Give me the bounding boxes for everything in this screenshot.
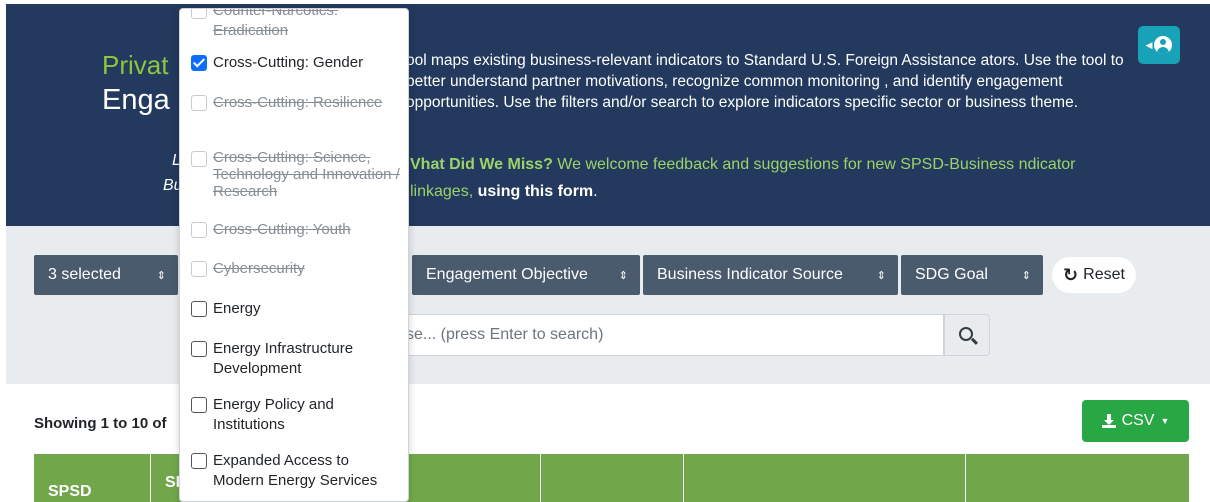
option-label: Energy Policy and Institutions xyxy=(213,396,334,433)
caret-left-icon: ◀ xyxy=(1145,39,1153,50)
sort-arrow-icon: ⇕ xyxy=(876,269,886,282)
sort-arrow-icon: ⇕ xyxy=(618,269,628,282)
option-label: Counter-Narcotics: Eradication xyxy=(213,8,339,39)
checkbox[interactable] xyxy=(191,222,207,238)
csv-download-button[interactable]: CSV ▼ xyxy=(1082,400,1189,442)
dropdown-option[interactable]: Cybersecurity xyxy=(191,259,401,279)
dropdown-option[interactable]: Expanded Access to Modern Energy Service… xyxy=(191,451,401,491)
user-circle-icon xyxy=(1154,36,1173,54)
search-icon xyxy=(958,326,973,341)
reset-label: Reset xyxy=(1083,266,1125,283)
checkbox[interactable] xyxy=(191,397,207,413)
dropdown-option[interactable]: Cross-Cutting: Youth xyxy=(191,220,401,240)
dropdown-option[interactable]: Cross-Cutting: Resilience xyxy=(191,93,401,113)
download-icon xyxy=(1101,414,1116,428)
column-header-2[interactable]: SI xyxy=(165,474,180,492)
sort-arrow-icon: ⇕ xyxy=(156,269,166,282)
engagement-objective-filter[interactable]: Engagement Objective ⇕ xyxy=(412,255,640,295)
sort-arrow-icon: ⇕ xyxy=(1021,269,1031,282)
business-indicator-source-filter[interactable]: Business Indicator Source ⇕ xyxy=(643,255,898,295)
checkbox[interactable] xyxy=(191,261,207,277)
business-indicator-source-label: Business Indicator Source xyxy=(657,266,843,283)
hero-description: ool maps existing business-relevant indi… xyxy=(406,52,1124,111)
csv-label: CSV xyxy=(1121,412,1155,429)
search-input[interactable]: se... (press Enter to search) xyxy=(360,314,944,356)
column-divider xyxy=(540,454,541,502)
hero-title-line2: Enga xyxy=(102,84,170,116)
dropdown-option[interactable]: Counter-Narcotics: Eradication xyxy=(191,8,401,41)
checkbox[interactable] xyxy=(191,9,207,19)
option-label: Cross-Cutting: Resilience xyxy=(213,94,383,111)
column-divider xyxy=(965,454,966,502)
dropdown-option[interactable]: Energy Policy and Institutions xyxy=(191,395,401,435)
option-label: Cross-Cutting: Gender xyxy=(213,54,364,71)
dropdown-option[interactable]: Energy Infrastructure Development xyxy=(191,339,401,379)
option-label: Cross-Cutting: Science, Technology and I… xyxy=(213,149,400,200)
sdg-goal-filter[interactable]: SDG Goal ⇕ xyxy=(901,255,1043,295)
hero-feedback: Vhat Did We Miss? We welcome feedback an… xyxy=(410,151,1130,205)
engagement-objective-label: Engagement Objective xyxy=(426,266,588,283)
sector-filter-button[interactable]: 3 selected ⇕ xyxy=(34,255,178,295)
results-count: Showing 1 to 10 of xyxy=(34,415,167,432)
column-divider xyxy=(150,454,151,502)
option-label: Energy xyxy=(213,300,261,317)
dropdown-option[interactable]: Cross-Cutting: Science, Technology and I… xyxy=(191,149,401,200)
checkbox[interactable] xyxy=(191,55,207,71)
checkbox[interactable] xyxy=(191,151,207,167)
search-button[interactable] xyxy=(944,314,990,356)
sector-dropdown-menu[interactable]: Counter-Narcotics: Eradication Cross-Cut… xyxy=(179,8,409,502)
option-label: Energy Infrastructure Development xyxy=(213,340,354,377)
user-profile-button[interactable]: ◀ xyxy=(1138,26,1180,64)
checkbox[interactable] xyxy=(191,453,207,469)
column-divider xyxy=(683,454,684,502)
feedback-period: . xyxy=(593,183,598,200)
feedback-heading: Vhat Did We Miss? xyxy=(410,156,553,173)
column-header-spsd[interactable]: SPSD xyxy=(48,483,92,501)
option-label: Cybersecurity xyxy=(213,260,305,277)
option-label: Cross-Cutting: Youth xyxy=(213,221,351,238)
checkbox[interactable] xyxy=(191,95,207,111)
feedback-form-link[interactable]: using this form xyxy=(478,183,594,200)
checkbox[interactable] xyxy=(191,341,207,357)
dropdown-option[interactable]: Energy xyxy=(191,299,401,319)
redo-icon: ↻ xyxy=(1063,264,1079,285)
caret-down-icon: ▼ xyxy=(1160,416,1170,426)
search-placeholder: se... (press Enter to search) xyxy=(406,326,604,343)
sector-filter-label: 3 selected xyxy=(48,266,121,283)
dropdown-option[interactable]: Cross-Cutting: Gender xyxy=(191,53,401,73)
checkbox[interactable] xyxy=(191,301,207,317)
reset-button[interactable]: ↻ Reset xyxy=(1052,257,1136,293)
hero-title-line1: Privat xyxy=(102,50,169,80)
option-label: Expanded Access to Modern Energy Service… xyxy=(213,452,378,489)
sdg-goal-label: SDG Goal xyxy=(915,266,988,283)
